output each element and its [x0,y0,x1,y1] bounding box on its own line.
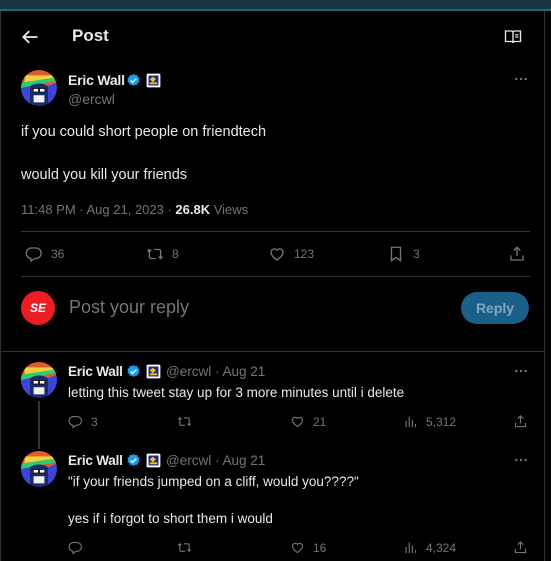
views-icon [403,540,418,555]
verified-icon[interactable] [126,364,141,379]
verified-icon[interactable] [126,453,141,468]
composer-avatar[interactable]: SE [21,291,55,325]
post-timestamp[interactable]: 11:48 PM · Aug 21, 2023 · [21,202,175,217]
reply-text-line-2: yes if i forgot to short them i would [68,511,273,526]
window-top-strip [0,0,551,11]
like-count: 123 [294,247,315,261]
views-label: Views [210,202,249,217]
reply-text: letting this tweet stay up for 3 more mi… [68,385,405,400]
reply-count: 36 [51,247,65,261]
reply-action[interactable]: 3 [68,414,98,429]
share-action[interactable] [508,245,526,263]
like-icon [268,245,286,263]
like-icon [290,540,305,555]
like-count: 16 [313,540,327,555]
view-count: 5,312 [426,414,457,429]
more-icon[interactable] [513,363,529,379]
like-action[interactable]: 16 [290,540,326,555]
verified-icon[interactable] [126,73,141,88]
reply-handle-date[interactable]: @ercwl · Aug 21 [166,453,265,468]
thread-connector [38,401,40,449]
view-count: 26.8K [175,202,211,217]
avatar[interactable] [21,362,57,398]
reply-author-name[interactable]: Eric Wall [68,364,123,379]
back-arrow-icon[interactable] [20,27,40,47]
repost-count: 8 [172,247,179,261]
affiliate-badge-icon[interactable] [146,453,161,468]
share-icon [508,245,526,263]
views-action[interactable]: 5,312 [403,414,456,429]
more-icon[interactable] [513,452,529,468]
reply-input[interactable] [69,297,429,318]
affiliate-badge-icon[interactable] [146,73,161,88]
avatar[interactable] [21,70,57,106]
share-icon [513,540,528,555]
repost-action[interactable] [177,414,192,429]
like-count: 21 [313,414,327,429]
post-text-line-1: if you could short people on friendtech [21,124,267,140]
author-name[interactable]: Eric Wall [68,72,125,88]
post-header: Post [0,11,545,61]
share-icon [513,414,528,429]
repost-icon [177,414,192,429]
reply-button[interactable]: Reply [461,292,529,324]
post-text-line-2: would you kill your friends [21,167,188,183]
repost-icon [177,540,192,555]
reply-text-line-1: "if your friends jumped on a cliff, woul… [68,474,359,489]
like-icon [290,414,305,429]
reply-icon [68,414,83,429]
reader-mode-icon[interactable] [504,28,522,46]
like-action[interactable]: 123 [268,245,314,263]
more-icon[interactable] [513,71,529,87]
reply-action[interactable] [68,540,83,555]
repost-icon [146,245,164,263]
reply-icon [68,540,83,555]
bookmark-icon [387,245,405,263]
reply-count: 3 [91,414,98,429]
bookmark-count: 3 [413,247,420,261]
divider [21,276,530,277]
reply-author-name[interactable]: Eric Wall [68,453,123,468]
divider [0,351,545,352]
views-action[interactable]: 4,324 [403,540,456,555]
divider [21,231,530,232]
affiliate-badge-icon[interactable] [146,364,161,379]
share-action[interactable] [513,540,528,555]
post-meta: 11:48 PM · Aug 21, 2023 · 26.8K Views [21,202,248,217]
views-icon [403,414,418,429]
reply-handle-date[interactable]: @ercwl · Aug 21 [166,364,265,379]
reply-icon [25,245,43,263]
page-title: Post [72,26,109,45]
view-count: 4,324 [426,540,457,555]
repost-action[interactable]: 8 [146,245,179,263]
bookmark-action[interactable]: 3 [387,245,420,263]
share-action[interactable] [513,414,528,429]
reply-action[interactable]: 36 [25,245,64,263]
avatar[interactable] [21,451,57,487]
author-handle[interactable]: @ercwl [68,91,115,107]
repost-action[interactable] [177,540,192,555]
like-action[interactable]: 21 [290,414,326,429]
